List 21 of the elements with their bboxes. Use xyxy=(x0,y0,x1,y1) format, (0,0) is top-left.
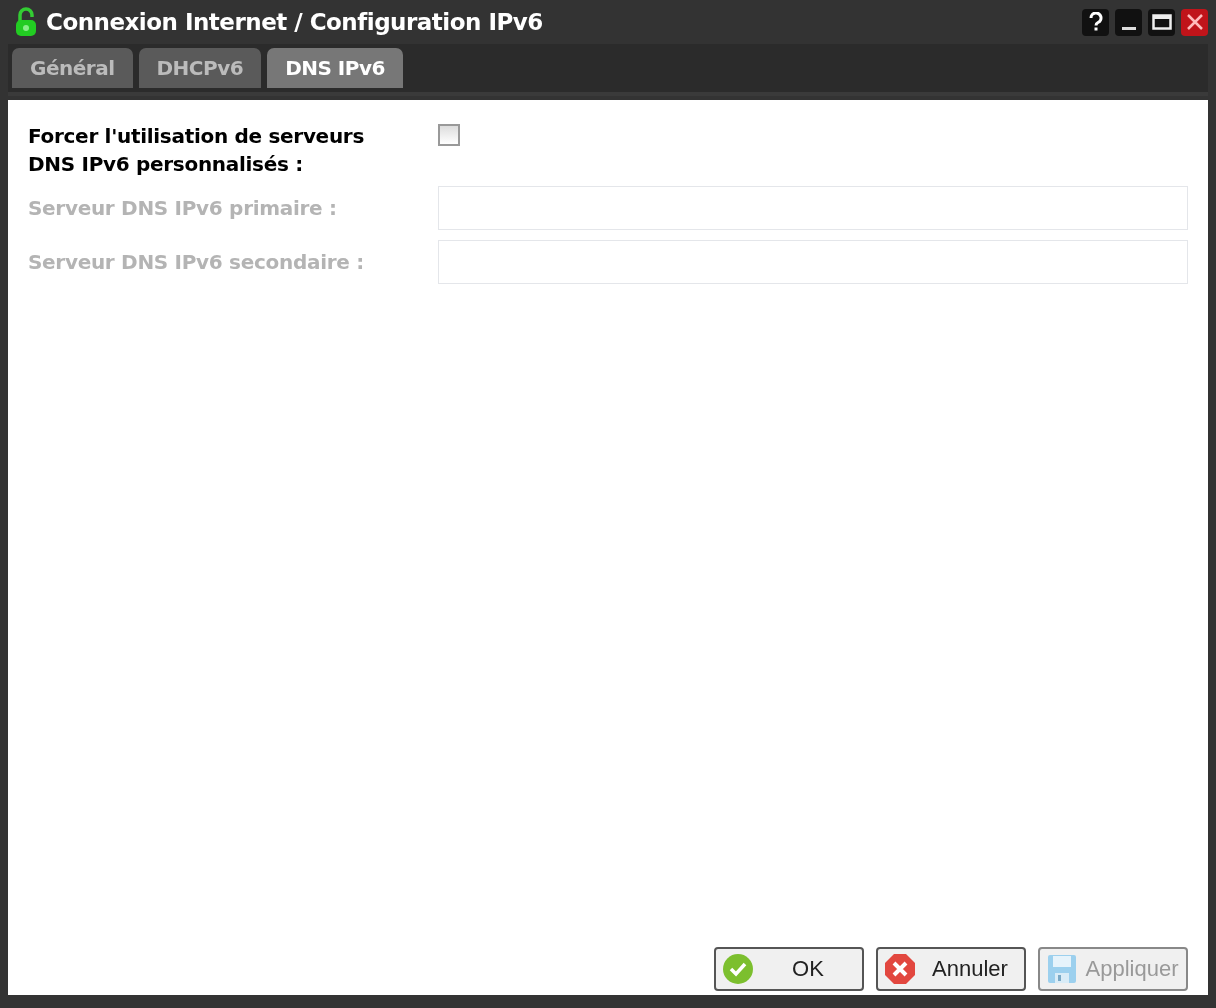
tab[interactable]: DHCPv6 xyxy=(138,48,262,88)
tab[interactable]: DNS IPv6 xyxy=(267,48,403,88)
minimize-button[interactable] xyxy=(1115,8,1142,36)
field-label: Serveur DNS IPv6 secondaire : xyxy=(28,249,365,276)
checkbox[interactable] xyxy=(438,124,460,146)
ok-button[interactable]: OK xyxy=(714,947,864,991)
question-mark-icon xyxy=(1088,12,1103,32)
window-title: Connexion Internet / Configuration IPv6 xyxy=(46,9,544,35)
padlock-icon xyxy=(14,7,38,37)
tab[interactable]: Général xyxy=(12,48,133,88)
field-label: Serveur DNS IPv6 primaire : xyxy=(28,195,338,222)
check-icon xyxy=(722,953,754,985)
minimize-icon xyxy=(1121,26,1136,30)
close-icon xyxy=(1185,13,1204,31)
help-button[interactable] xyxy=(1082,8,1109,36)
maximize-icon xyxy=(1151,14,1172,30)
cancel-button[interactable]: Annuler xyxy=(876,947,1026,991)
close-button[interactable] xyxy=(1181,8,1208,36)
field-label: Forcer l'utilisation de serveurs DNS IPv6 personnalisés : xyxy=(28,123,365,178)
maximize-button[interactable] xyxy=(1148,8,1175,36)
cancel-icon xyxy=(884,953,916,985)
